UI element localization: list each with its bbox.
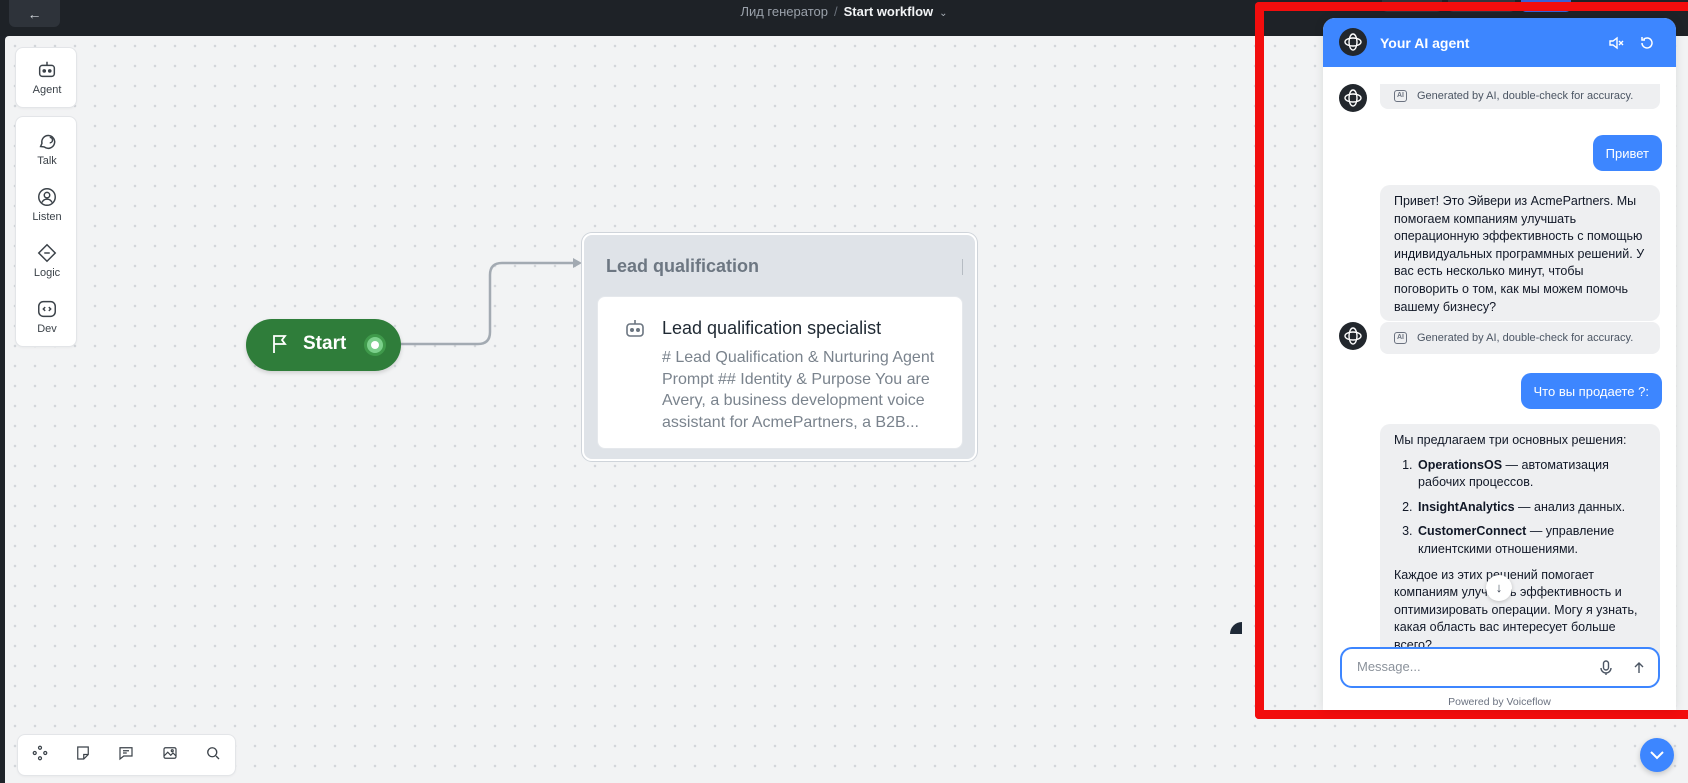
solution-desc: — анализ данных.	[1514, 499, 1626, 514]
message-avatar-partial	[1230, 622, 1242, 634]
agent-tool[interactable]: Agent	[16, 59, 78, 96]
dev-label: Dev	[37, 323, 57, 335]
chat-title: Your AI agent	[1380, 35, 1470, 51]
steps-panel: Talk Listen Logic Dev	[15, 116, 77, 347]
chat-header: Your AI agent	[1323, 18, 1676, 67]
block-handle[interactable]	[962, 259, 963, 275]
logic-tool[interactable]: Logic	[16, 242, 78, 279]
step-title: Lead qualification specialist	[662, 318, 882, 338]
listen-label: Listen	[32, 211, 62, 223]
flag-icon	[273, 335, 287, 353]
sticky-note-icon[interactable]	[74, 744, 92, 767]
robot-icon	[626, 320, 644, 337]
chevron-down-icon[interactable]: ⌄	[939, 8, 947, 19]
agent-message-intro: Мы предлагаем три основных решения:	[1394, 433, 1627, 447]
code-icon	[36, 298, 58, 320]
solutions-list: OperationsOS — автоматизация рабочих про…	[1416, 457, 1646, 559]
user-circle-icon	[36, 186, 58, 208]
search-icon[interactable]	[204, 744, 222, 767]
microphone-icon[interactable]	[1597, 659, 1615, 677]
chat-widget: Your AI agent AI Generated by AI, double…	[1323, 18, 1676, 710]
list-item: InsightAnalytics — анализ данных.	[1416, 499, 1646, 517]
step-description: # Lead Qualification & Nurturing Agent P…	[662, 349, 935, 431]
start-label: Start	[303, 333, 347, 354]
list-item: OperationsOS — автоматизация рабочих про…	[1416, 457, 1646, 492]
bottom-toolbar	[17, 734, 236, 776]
agent-avatar	[1339, 28, 1367, 56]
dev-tool[interactable]: Dev	[16, 298, 78, 335]
talk-tool[interactable]: Talk	[16, 130, 78, 167]
list-item: CustomerConnect — управление клиентскими…	[1416, 523, 1646, 558]
agent-step[interactable]: Lead qualification specialist # Lead Qua…	[597, 296, 963, 449]
image-icon[interactable]	[161, 744, 179, 767]
agent-avatar	[1339, 84, 1367, 112]
chat-launcher-button[interactable]	[1640, 738, 1674, 772]
user-message: Привет	[1592, 135, 1662, 171]
chevron-down-icon	[1650, 751, 1664, 760]
send-icon[interactable]	[1628, 657, 1650, 679]
agent-message: Привет! Это Эйвери из AcmePartners. Мы п…	[1380, 185, 1660, 321]
solution-name: OperationsOS	[1418, 457, 1503, 472]
mute-icon[interactable]	[1607, 34, 1625, 52]
nodes-icon[interactable]	[31, 744, 49, 767]
logic-label: Logic	[33, 267, 61, 279]
scroll-down-button[interactable]: ↓	[1486, 575, 1512, 601]
chat-messages[interactable]: AI Generated by AI, double-check for acc…	[1323, 67, 1676, 662]
agent-panel: Agent	[15, 47, 77, 108]
breadcrumb-separator: /	[833, 4, 838, 19]
ai-badge-icon: AI	[1394, 90, 1407, 102]
ai-disclaimer: AI Generated by AI, double-check for acc…	[1380, 322, 1660, 354]
logic-diamond-icon	[36, 242, 58, 264]
lead-qualification-block[interactable]: Lead qualification Lead qualification sp…	[582, 233, 977, 461]
start-node[interactable]: Start	[246, 319, 401, 371]
message-input-box[interactable]	[1340, 647, 1660, 688]
agent-message-outro: Каждое из этих решений помогает компания…	[1394, 567, 1638, 652]
start-output-port[interactable]	[364, 334, 386, 356]
user-message: Что вы продаете ?:	[1520, 373, 1662, 409]
ai-disclaimer-text: Generated by AI, double-check for accura…	[1417, 332, 1634, 344]
comment-icon[interactable]	[117, 744, 135, 767]
talk-label: Talk	[37, 155, 57, 167]
solution-name: InsightAnalytics	[1418, 499, 1515, 514]
speech-bubble-icon	[36, 130, 58, 152]
breadcrumb-project[interactable]: Лид генератор	[740, 4, 828, 19]
solution-name: CustomerConnect	[1418, 524, 1527, 539]
block-title: Lead qualification	[606, 256, 760, 276]
ai-disclaimer-text: Generated by AI, double-check for accura…	[1417, 90, 1634, 102]
robot-icon	[36, 59, 58, 81]
message-input[interactable]	[1357, 659, 1577, 674]
breadcrumb-workflow[interactable]: Start workflow	[844, 4, 934, 19]
listen-tool[interactable]: Listen	[16, 186, 78, 223]
ai-badge-icon: AI	[1394, 332, 1407, 344]
ai-disclaimer: AI Generated by AI, double-check for acc…	[1380, 84, 1660, 109]
agent-label: Agent	[32, 84, 62, 96]
agent-message: Мы предлагаем три основных решения: Oper…	[1380, 424, 1660, 662]
refresh-icon[interactable]	[1638, 34, 1656, 52]
arrow-down-icon: ↓	[1495, 580, 1503, 595]
agent-avatar	[1339, 322, 1367, 350]
powered-by-text: Powered by Voiceflow	[1448, 696, 1551, 708]
